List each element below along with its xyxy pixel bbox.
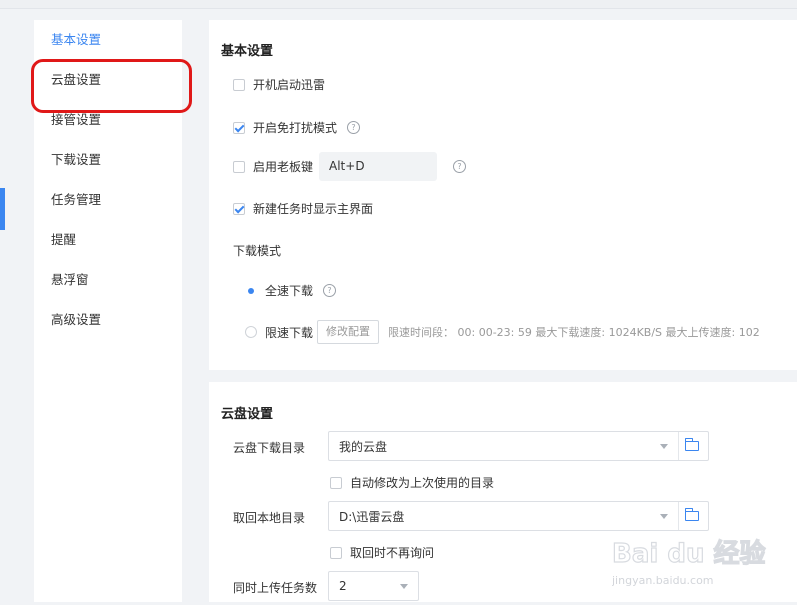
- no-ask-label: 取回时不再询问: [350, 546, 435, 560]
- show-main-label: 新建任务时显示主界面: [253, 202, 374, 216]
- bosskey-input[interactable]: Alt+D: [319, 152, 438, 181]
- show-main-checkbox[interactable]: [233, 202, 245, 215]
- bosskey-option[interactable]: 启用老板键 Alt+D ?: [233, 152, 467, 181]
- help-icon[interactable]: ?: [323, 284, 337, 297]
- baidu-jingyan-watermark: Bai du 经验 jingyan.baidu.com: [611, 532, 792, 602]
- upload-tasks-select[interactable]: 2: [328, 571, 419, 601]
- speed-limit-info: 限速时间段： 00: 00-23: 59 最大下载速度: 1024KB/S 最大…: [388, 326, 760, 339]
- startup-option[interactable]: 开机启动迅雷: [233, 76, 325, 93]
- local-dir-value: D:\迅雷云盘: [339, 509, 405, 524]
- help-icon[interactable]: ?: [347, 121, 361, 134]
- limited-speed-label: 限速下载: [265, 325, 314, 340]
- folder-icon[interactable]: [684, 508, 699, 521]
- auto-change-label: 自动修改为上次使用的目录: [350, 476, 495, 490]
- startup-checkbox[interactable]: [233, 78, 245, 91]
- chevron-down-icon: [660, 513, 668, 519]
- divider: [678, 502, 679, 530]
- sidebar-item-tasks[interactable]: 任务管理: [51, 190, 101, 210]
- dnd-option[interactable]: 开启免打扰模式 ?: [233, 119, 361, 136]
- sidebar-item-basic[interactable]: 基本设置: [51, 30, 101, 50]
- basic-settings-panel: 基本设置 开机启动迅雷 开启免打扰模式 ? 启用老板键 Alt+D ? 新建任务…: [209, 20, 797, 370]
- auto-change-option[interactable]: 自动修改为上次使用的目录: [330, 474, 494, 491]
- startup-label: 开机启动迅雷: [253, 78, 326, 92]
- red-highlight-annotation: [31, 59, 192, 113]
- no-ask-option[interactable]: 取回时不再询问: [330, 544, 434, 561]
- upload-tasks-value: 2: [339, 579, 347, 593]
- modify-config-button[interactable]: 修改配置: [317, 320, 380, 344]
- dnd-label: 开启免打扰模式: [253, 121, 338, 135]
- local-dir-label: 取回本地目录: [233, 511, 306, 525]
- dnd-checkbox[interactable]: [233, 121, 245, 134]
- top-strip: [0, 0, 797, 9]
- watermark-brand: Bai du 经验: [612, 538, 766, 569]
- divider: [678, 432, 679, 460]
- full-speed-radio[interactable]: [245, 284, 257, 297]
- sidebar-item-download[interactable]: 下载设置: [51, 150, 101, 170]
- full-speed-label: 全速下载: [265, 284, 314, 298]
- download-mode-label: 下载模式: [233, 244, 282, 258]
- sidebar-item-advanced[interactable]: 高级设置: [51, 310, 101, 330]
- cloud-settings-title: 云盘设置: [221, 407, 274, 422]
- limited-speed-radio[interactable]: [245, 326, 257, 338]
- full-speed-option[interactable]: 全速下载 ?: [245, 282, 337, 299]
- cloud-download-dir-select[interactable]: 我的云盘: [328, 431, 709, 461]
- cloud-download-dir-label: 云盘下载目录: [233, 441, 306, 455]
- basic-settings-title: 基本设置: [221, 44, 274, 59]
- chevron-down-icon: [400, 583, 408, 589]
- bosskey-checkbox[interactable]: [233, 160, 245, 173]
- sidebar-item-reminder[interactable]: 提醒: [51, 230, 76, 250]
- limited-speed-option[interactable]: 限速下载 修改配置 限速时间段： 00: 00-23: 59 最大下载速度: 1…: [245, 320, 760, 344]
- bosskey-label: 启用老板键: [253, 160, 314, 174]
- chevron-down-icon: [660, 443, 668, 449]
- show-main-option[interactable]: 新建任务时显示主界面: [233, 200, 373, 217]
- local-dir-select[interactable]: D:\迅雷云盘: [328, 501, 709, 531]
- window-edge-accent: [0, 188, 5, 230]
- sidebar-item-takeover[interactable]: 接管设置: [51, 110, 101, 130]
- folder-icon[interactable]: [684, 438, 699, 451]
- upload-tasks-label: 同时上传任务数: [233, 581, 318, 595]
- cloud-download-dir-value: 我的云盘: [339, 439, 388, 454]
- no-ask-checkbox[interactable]: [330, 546, 342, 559]
- watermark-url: jingyan.baidu.com: [612, 574, 714, 587]
- auto-change-checkbox[interactable]: [330, 476, 342, 489]
- help-icon[interactable]: ?: [453, 160, 467, 173]
- sidebar-item-float-window[interactable]: 悬浮窗: [51, 270, 89, 290]
